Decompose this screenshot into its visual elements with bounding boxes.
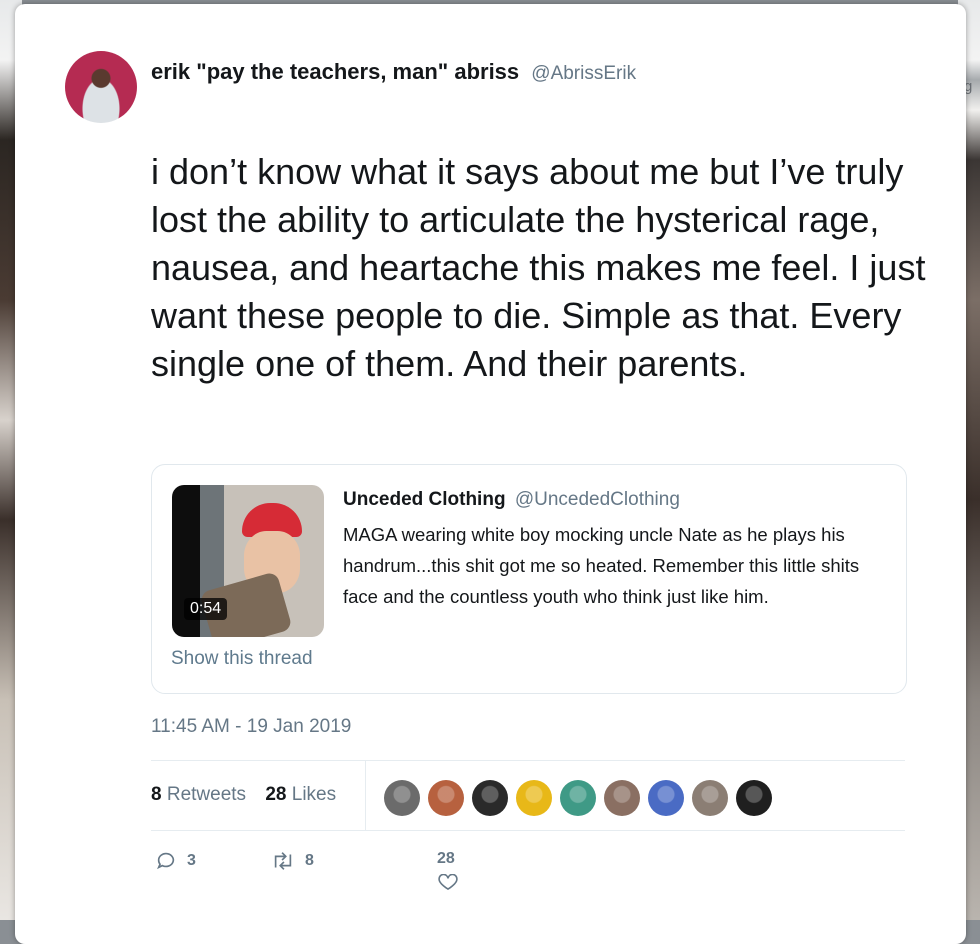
quoted-author-name[interactable]: Unceded Clothing xyxy=(343,489,506,510)
show-thread-link[interactable]: Show this thread xyxy=(171,648,313,670)
liker-avatar[interactable] xyxy=(428,780,464,816)
liker-avatar[interactable] xyxy=(736,780,772,816)
liker-avatar[interactable] xyxy=(648,780,684,816)
liker-avatar[interactable] xyxy=(692,780,728,816)
liker-avatar[interactable] xyxy=(560,780,596,816)
author-name[interactable]: erik "pay the teachers, man" abriss xyxy=(151,59,519,84)
heart-icon xyxy=(438,874,458,890)
divider-top xyxy=(151,760,905,761)
author-avatar[interactable] xyxy=(65,51,137,123)
liker-avatar[interactable] xyxy=(516,780,552,816)
like-count: 28 xyxy=(437,850,455,867)
liker-avatar[interactable] xyxy=(472,780,508,816)
retweet-icon xyxy=(274,852,292,870)
tweet-text: i don’t know what it says about me but I… xyxy=(151,151,926,384)
action-bar: 3 8 28 xyxy=(151,850,651,910)
liker-avatar[interactable] xyxy=(604,780,640,816)
quoted-author-line: Unceded Clothing @UncededClothing xyxy=(343,489,680,511)
divider-bottom xyxy=(151,830,905,831)
liker-avatar[interactable] xyxy=(384,780,420,816)
video-duration: 0:54 xyxy=(184,598,228,620)
retweet-count: 8 xyxy=(305,852,314,869)
quoted-tweet[interactable]: 0:54 Unceded Clothing @UncededClothing M… xyxy=(151,464,907,694)
likes-count[interactable]: 28 xyxy=(265,784,286,805)
retweets-label[interactable]: Retweets xyxy=(167,784,246,805)
author-line: erik "pay the teachers, man" abriss @Abr… xyxy=(151,59,636,85)
video-thumbnail[interactable]: 0:54 xyxy=(172,485,324,637)
retweet-action[interactable]: 8 xyxy=(271,850,314,872)
stats-separator xyxy=(365,760,366,830)
reply-icon xyxy=(157,852,175,870)
author-handle[interactable]: @AbrissErik xyxy=(531,63,636,84)
tweet-card: erik "pay the teachers, man" abriss @Abr… xyxy=(15,4,966,944)
like-action[interactable]: 28 xyxy=(437,850,459,890)
retweets-count[interactable]: 8 xyxy=(151,784,162,805)
tweet-timestamp[interactable]: 11:45 AM - 19 Jan 2019 xyxy=(151,716,351,738)
engagement-stats: 8 Retweets 28 Likes xyxy=(151,784,336,806)
liker-avatars xyxy=(384,780,772,816)
quoted-text: MAGA wearing white boy mocking uncle Nat… xyxy=(343,524,860,607)
reply-count: 3 xyxy=(187,852,196,869)
quoted-author-handle[interactable]: @UncededClothing xyxy=(515,489,680,510)
likes-label[interactable]: Likes xyxy=(292,784,336,805)
reply-action[interactable]: 3 xyxy=(155,850,196,872)
